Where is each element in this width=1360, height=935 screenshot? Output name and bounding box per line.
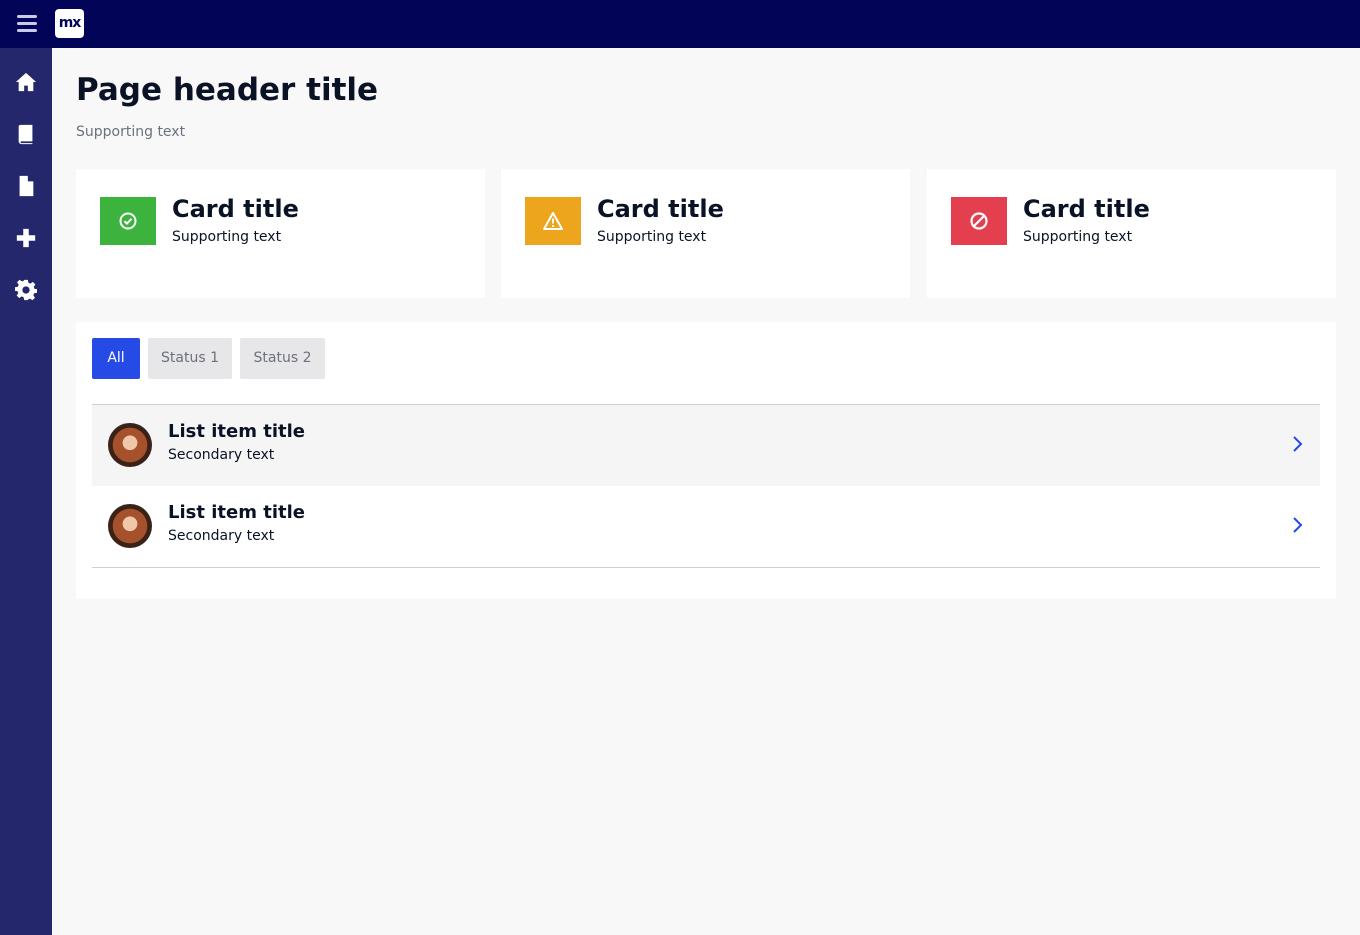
page-title: Page header title — [76, 72, 379, 108]
chevron-right-icon[interactable] — [1290, 435, 1304, 453]
card-subtitle: Supporting text — [1023, 229, 1133, 245]
hamburger-menu-icon[interactable] — [15, 12, 39, 36]
card-title: Card title — [172, 195, 299, 223]
list-item[interactable]: List item title Secondary text — [92, 486, 1320, 568]
book-icon — [18, 124, 33, 145]
sidebar — [0, 48, 52, 935]
sidebar-item-settings[interactable] — [0, 264, 52, 316]
page-subtitle: Supporting text — [76, 124, 186, 140]
top-bar: mx — [0, 0, 1360, 48]
status-card-error[interactable]: Card title Supporting text — [927, 169, 1336, 298]
avatar — [108, 504, 152, 548]
chevron-right-icon[interactable] — [1290, 516, 1304, 534]
list-item-subtitle: Secondary text — [168, 447, 275, 463]
list-item-subtitle: Secondary text — [168, 528, 275, 544]
card-icon-box — [100, 197, 156, 245]
list-item-title: List item title — [168, 421, 305, 442]
check-circle-icon — [119, 212, 137, 230]
status-card-warning[interactable]: Card title Supporting text — [501, 169, 910, 298]
app-logo[interactable]: mx — [55, 9, 84, 38]
ban-icon — [970, 212, 988, 230]
sidebar-item-add[interactable] — [0, 212, 52, 264]
home-icon — [15, 72, 37, 92]
card-subtitle: Supporting text — [597, 229, 707, 245]
main-content: Page header title Supporting text Card t… — [52, 48, 1360, 935]
sidebar-item-home[interactable] — [0, 56, 52, 108]
card-subtitle: Supporting text — [172, 229, 282, 245]
card-icon-box — [525, 197, 581, 245]
tab-all[interactable]: All — [92, 338, 140, 379]
status-card-success[interactable]: Card title Supporting text — [76, 169, 485, 298]
tab-status-2[interactable]: Status 2 — [240, 338, 325, 379]
file-icon — [19, 175, 34, 197]
list-item-title: List item title — [168, 502, 305, 523]
card-title: Card title — [597, 195, 724, 223]
sidebar-item-book[interactable] — [0, 108, 52, 160]
card-title: Card title — [1023, 195, 1150, 223]
list-item[interactable]: List item title Secondary text — [92, 404, 1320, 487]
tab-status-1[interactable]: Status 1 — [148, 338, 232, 379]
plus-icon — [16, 228, 36, 248]
sidebar-item-file[interactable] — [0, 160, 52, 212]
warning-icon — [543, 212, 563, 230]
avatar — [108, 423, 152, 467]
list-panel: All Status 1 Status 2 List item title Se… — [76, 322, 1336, 599]
card-icon-box — [951, 197, 1007, 245]
gear-icon — [15, 279, 37, 301]
